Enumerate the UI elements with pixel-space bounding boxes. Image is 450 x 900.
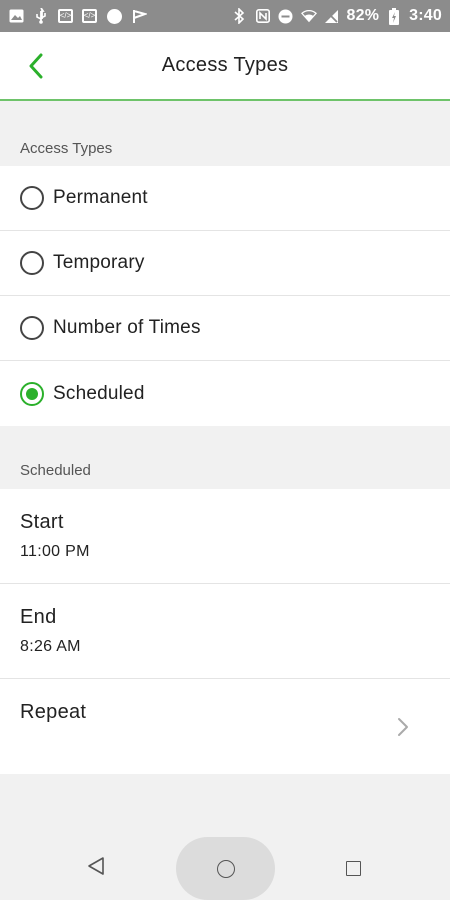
radio-dot	[26, 387, 38, 400]
bluetooth-icon	[232, 8, 248, 24]
chevron-right-icon	[398, 718, 408, 736]
start-time-row[interactable]: Start 11:00 PM	[0, 489, 450, 584]
scheduled-section-label: Scheduled	[20, 462, 91, 479]
end-time-row[interactable]: End 8:26 AM	[0, 584, 450, 679]
start-label: Start	[20, 511, 64, 533]
radio-unchecked-icon[interactable]	[20, 251, 44, 275]
radio-unchecked-icon[interactable]	[20, 186, 44, 210]
nav-home-icon	[216, 859, 235, 878]
status-bar: </> </> 82% 3:40	[0, 0, 450, 32]
app-header: Access Types	[0, 32, 450, 101]
usb-icon	[33, 8, 49, 24]
status-bar-notifications: </> </>	[8, 8, 147, 24]
nav-back-icon[interactable]	[86, 856, 106, 876]
end-label: End	[20, 606, 57, 628]
access-types-section-label: Access Types	[20, 140, 113, 157]
radio-option-temporary[interactable]: Temporary	[0, 231, 450, 296]
repeat-label: Repeat	[20, 701, 87, 723]
wifi-icon	[300, 8, 317, 24]
battery-charging-icon	[386, 7, 402, 25]
radio-checked-icon[interactable]	[20, 381, 44, 406]
battery-percent: 82%	[346, 7, 380, 24]
do-not-disturb-icon	[278, 8, 294, 24]
radio-option-label: Scheduled	[53, 382, 145, 404]
page-title: Access Types	[161, 54, 289, 76]
flag-icon	[131, 8, 147, 24]
end-value: 8:26 AM	[20, 638, 81, 655]
access-types-list: Permanent Temporary Number of Times Sche…	[0, 166, 450, 426]
code-icon: </>	[58, 9, 73, 23]
repeat-row[interactable]: Repeat	[0, 679, 450, 774]
nav-home-button[interactable]	[176, 837, 275, 900]
radio-option-label: Number of Times	[53, 317, 201, 338]
circle-icon	[106, 8, 122, 24]
radio-option-label: Permanent	[53, 187, 148, 208]
clock: 3:40	[409, 7, 442, 24]
radio-option-number-of-times[interactable]: Number of Times	[0, 296, 450, 361]
no-signal-icon	[324, 8, 340, 24]
code-icon: </>	[82, 9, 97, 23]
radio-unchecked-icon[interactable]	[20, 316, 44, 340]
radio-option-permanent[interactable]: Permanent	[0, 166, 450, 231]
radio-option-label: Temporary	[53, 252, 145, 273]
nfc-icon	[255, 8, 271, 24]
image-icon	[8, 8, 24, 24]
start-value: 11:00 PM	[20, 543, 90, 560]
scheduled-list: Start 11:00 PM End 8:26 AM Repeat	[0, 489, 450, 774]
radio-option-scheduled[interactable]: Scheduled	[0, 361, 450, 426]
status-bar-system: 82% 3:40	[232, 7, 442, 25]
system-nav-bar	[0, 830, 450, 900]
nav-recents-icon[interactable]	[346, 861, 361, 876]
